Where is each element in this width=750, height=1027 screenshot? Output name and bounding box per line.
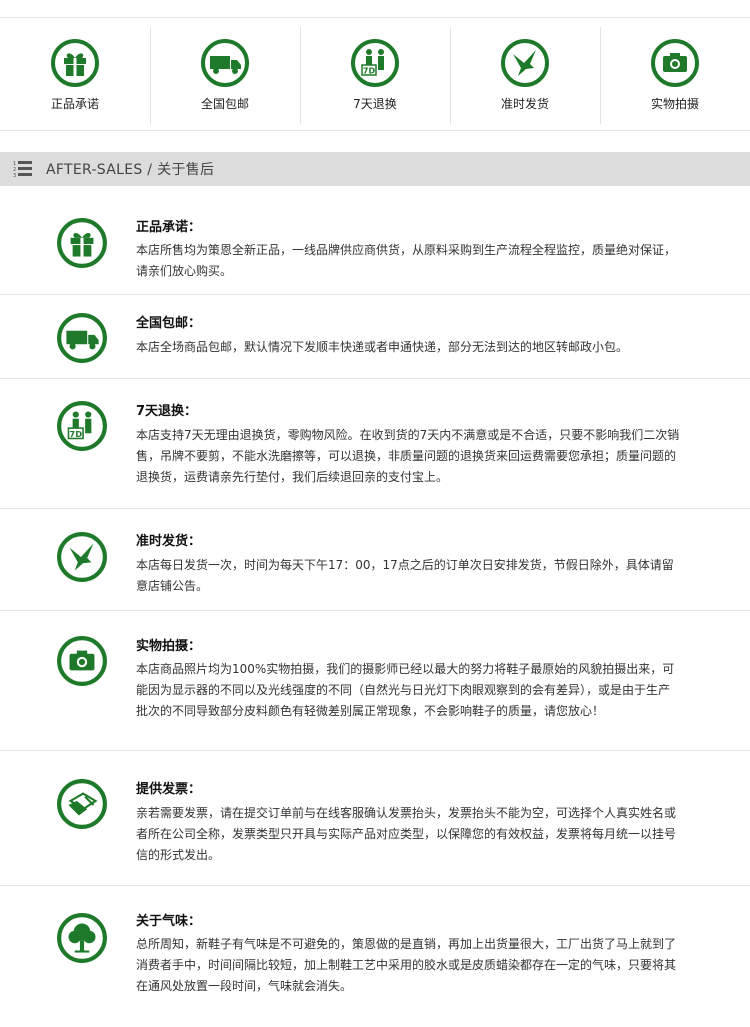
feature-label: 准时发货 (500, 97, 549, 111)
item-description: 本店所售均为策恩全新正品，一线品牌供应商供货，从原料采购到生产流程全程监控，质量… (136, 243, 677, 278)
item-title: 关于气味： (136, 914, 202, 929)
feature-on-time-delivery: 准时发货 (450, 18, 600, 130)
feature-label: 7天退换 (353, 97, 397, 111)
list-item: 实物拍摄： 本店商品照片均为100%实物拍摄，我们的摄影师已经以最大的努力将鞋子… (0, 611, 750, 751)
truck-icon (56, 312, 108, 364)
svg-text:7D: 7D (363, 67, 376, 76)
truck-icon (200, 38, 250, 88)
list-item: 准时发货： 本店每日发货一次，时间为每天下午17：00，17点之后的订单次日安排… (0, 509, 750, 611)
camera-icon (650, 38, 700, 88)
item-title: 准时发货： (136, 534, 202, 549)
item-title: 正品承诺： (136, 220, 202, 235)
item-description: 本店全场商品包邮，默认情况下发顺丰快递或者申通快递，部分无法到达的地区转邮政小包… (136, 340, 629, 354)
camera-icon (56, 635, 108, 687)
gift-icon (50, 38, 100, 88)
after-sales-header: 1 2 3 AFTER-SALES / 关于售后 (0, 152, 750, 186)
feature-7day-return: 7D 7天退换 (300, 18, 450, 130)
seven-day-return-icon: 7D (350, 38, 400, 88)
feature-divider (0, 130, 750, 131)
invoice-icon (56, 778, 108, 830)
feature-label: 正品承诺 (50, 97, 99, 111)
bird-icon (56, 531, 108, 583)
feature-strip: 正品承诺 全国包邮 7D 7天退换 准时发货 实物拍摄 (0, 18, 750, 130)
feature-real-photos: 实物拍摄 (600, 18, 750, 130)
bird-icon (500, 38, 550, 88)
seven-day-return-icon: 7D (56, 400, 108, 452)
item-title: 全国包邮： (136, 316, 202, 331)
item-title: 7天退换： (136, 404, 198, 419)
item-description: 本店每日发货一次，时间为每天下午17：00，17点之后的订单次日安排发货，节假日… (136, 558, 674, 593)
tree-icon (56, 912, 108, 964)
section-title: AFTER-SALES / 关于售后 (46, 162, 215, 178)
svg-text:3: 3 (13, 173, 16, 179)
item-title: 实物拍摄： (136, 639, 202, 654)
item-description: 本店商品照片均为100%实物拍摄，我们的摄影师已经以最大的努力将鞋子最原始的风貌… (136, 662, 675, 718)
list-item: 7D 7天退换： 本店支持7天无理由退换货，零购物风险。在收到货的7天内不满意或… (0, 379, 750, 509)
feature-label: 实物拍摄 (650, 97, 699, 111)
list-item: 全国包邮： 本店全场商品包邮，默认情况下发顺丰快递或者申通快递，部分无法到达的地… (0, 295, 750, 379)
list-item: 提供发票： 亲若需要发票，请在提交订单前与在线客服确认发票抬头，发票抬头不能为空… (0, 751, 750, 886)
item-description: 本店支持7天无理由退换货，零购物风险。在收到货的7天内不满意或是不合适，只要不影… (136, 428, 680, 484)
item-description: 亲若需要发票，请在提交订单前与在线客服确认发票抬头，发票抬头不能为空，可选择个人… (136, 806, 677, 862)
feature-free-shipping: 全国包邮 (150, 18, 300, 130)
item-title: 提供发票： (136, 782, 202, 797)
gift-icon (56, 217, 108, 269)
list-icon: 1 2 3 (12, 158, 34, 180)
list-item: 正品承诺： 本店所售均为策恩全新正品，一线品牌供应商供货，从原料采购到生产流程全… (0, 200, 750, 295)
list-item: 关于气味： 总所周知，新鞋子有气味是不可避免的，策恩做的是直销，再加上出货量很大… (0, 886, 750, 1027)
feature-label: 全国包邮 (200, 97, 249, 111)
item-description: 总所周知，新鞋子有气味是不可避免的，策恩做的是直销，再加上出货量很大，工厂出货了… (136, 937, 677, 993)
svg-text:7D: 7D (69, 429, 82, 439)
feature-genuine: 正品承诺 (0, 18, 150, 130)
